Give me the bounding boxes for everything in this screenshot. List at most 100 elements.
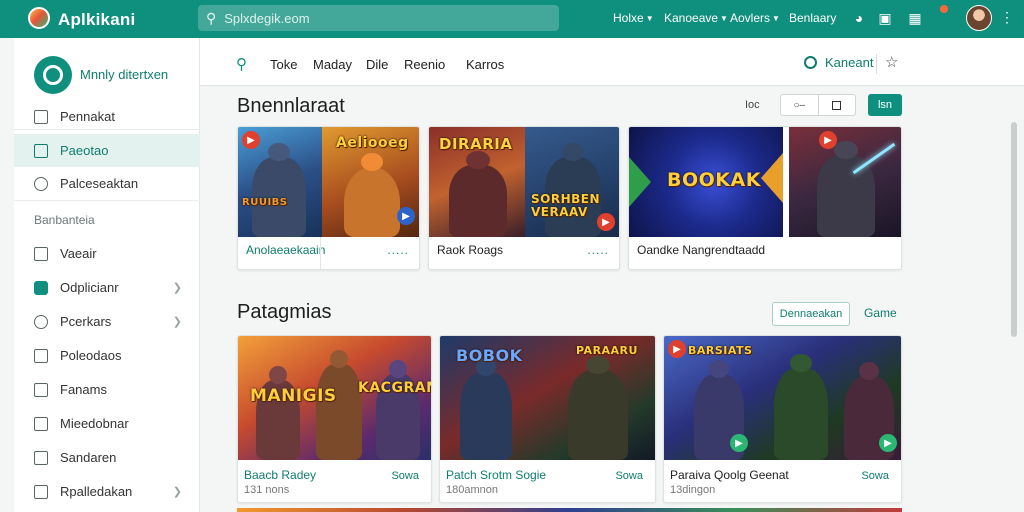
- sidebar-item-pcerkars[interactable]: Pcerkars ❯: [14, 305, 200, 338]
- game-title: Oandke Nangrendtaadd: [637, 243, 766, 257]
- game-card[interactable]: DIRARIA SORHBEN VERAAV ▶ Raok Roags ....…: [428, 126, 620, 270]
- play-icon[interactable]: ▶: [397, 207, 415, 225]
- topnav-item-1[interactable]: Holxe ▼: [613, 11, 654, 25]
- circle-icon: [804, 56, 817, 69]
- character-figure: [774, 368, 828, 460]
- radio-icon: ○–: [793, 99, 806, 111]
- profile-avatar: [34, 56, 72, 94]
- game-subtitle: 131 nons: [244, 484, 290, 496]
- tab-reenio[interactable]: Reenio: [404, 57, 445, 72]
- art-title: BOOKAK: [667, 169, 761, 191]
- game-artwork: RUUIBS ▶: [238, 127, 322, 237]
- game-artwork: DIRARIA: [429, 127, 525, 237]
- star-icon[interactable]: ☆: [885, 53, 898, 71]
- game-link[interactable]: Game: [864, 306, 897, 320]
- search-icon: [34, 314, 48, 329]
- sidebar-item-rpalledakan[interactable]: Rpalledakan ❯: [14, 475, 200, 508]
- art-title: BOBOK: [456, 346, 523, 365]
- game-card[interactable]: MANIGIS KACGRAM Baacb Radey 131 nons Sow…: [237, 335, 432, 503]
- play-icon[interactable]: ▶: [819, 131, 837, 149]
- section-title: Patagmias: [237, 301, 332, 323]
- search-input[interactable]: [224, 10, 525, 26]
- art-title: Aeliooeg: [336, 135, 409, 151]
- globe-icon[interactable]: ◕: [850, 9, 868, 27]
- search-icon: [34, 176, 48, 191]
- play-icon[interactable]: ▶: [879, 434, 897, 452]
- list-icon: [34, 348, 48, 363]
- notification-icon[interactable]: ▦: [906, 9, 924, 27]
- game-card[interactable]: BOOKAK ▶ Oandke Nangrendtaadd: [628, 126, 902, 270]
- topnav-item-2[interactable]: Kanoeave ▼: [664, 11, 728, 25]
- secondary-button[interactable]: Dennaeakan: [772, 302, 850, 326]
- art-title: BARSIATS: [688, 344, 753, 357]
- game-artwork: BOBOK PARAARU: [440, 336, 655, 460]
- game-artwork: SORHBEN VERAAV ▶: [525, 127, 619, 237]
- game-artwork: BOOKAK: [629, 127, 783, 237]
- message-icon[interactable]: ▣: [876, 9, 894, 27]
- app-logo[interactable]: [28, 7, 50, 29]
- view-toggle: ○–: [780, 94, 856, 116]
- tab-dile[interactable]: Dile: [366, 57, 388, 72]
- game-card[interactable]: BARSIATS ▶ ▶ ▶ Paraiva Qoolg Geenat 13di…: [663, 335, 902, 503]
- sidebar-item-paeotao[interactable]: Paeotao: [14, 134, 200, 167]
- top-bar: Aplkikani ⚲ Holxe▼ Kanoeave▼ Aovlers▼ Be…: [0, 0, 1024, 38]
- sidebar-item-palceseaktan[interactable]: Palceseaktan: [14, 167, 200, 200]
- header-action-button[interactable]: Kaneant: [804, 55, 873, 70]
- grid-view-button[interactable]: [817, 95, 856, 115]
- search-icon[interactable]: ⚲: [236, 55, 247, 73]
- card-divider: [320, 237, 321, 269]
- game-title: Raok Roags: [437, 243, 504, 257]
- game-card-link[interactable]: Sowa: [861, 470, 889, 482]
- chevron-down-icon: ▼: [645, 13, 654, 23]
- app-title: Aplkikani: [58, 10, 136, 29]
- play-icon[interactable]: ▶: [730, 434, 748, 452]
- square-icon: [832, 100, 842, 110]
- chevron-down-icon: ▼: [772, 13, 780, 23]
- character-figure: [344, 167, 400, 237]
- sidebar-item-odplicianr[interactable]: Odplicianr ❯: [14, 271, 200, 304]
- tab-bar: ⚲ Toke Maday Dile Reenio Karros Kaneant …: [200, 38, 1024, 86]
- play-icon[interactable]: ▶: [668, 340, 686, 358]
- calendar-icon: [34, 143, 48, 158]
- decoration-shape: [629, 157, 651, 207]
- sidebar-item-mieedobnar[interactable]: Mieedobnar: [14, 407, 200, 440]
- game-artwork: ▶: [789, 127, 901, 237]
- edit-icon: [34, 109, 48, 124]
- primary-button[interactable]: lsn: [868, 94, 902, 116]
- chevron-down-icon: ▼: [720, 13, 728, 23]
- tab-toke[interactable]: Toke: [270, 57, 297, 72]
- topnav-item-3[interactable]: Aovlers ▼: [730, 11, 780, 25]
- play-icon[interactable]: ▶: [242, 131, 260, 149]
- list-view-button[interactable]: ○–: [781, 95, 818, 115]
- sidebar-item-poleodaos[interactable]: Poleodaos: [14, 339, 200, 372]
- art-title: RUUIBS: [242, 197, 288, 208]
- game-title: Paraiva Qoolg Geenat: [670, 468, 789, 482]
- topnav-item-4[interactable]: Benlaary: [789, 11, 836, 25]
- sort-label[interactable]: Ioc: [745, 99, 760, 111]
- character-figure: [449, 165, 507, 237]
- game-card-link[interactable]: Sowa: [391, 470, 419, 482]
- sidebar-section-label: Banbanteia: [34, 213, 95, 227]
- rating-dots: .....: [587, 243, 609, 257]
- game-title: Patch Srotm Sogie: [446, 468, 547, 482]
- more-options-icon[interactable]: ⋮: [1000, 9, 1014, 26]
- sidebar-item-vaeair[interactable]: Vaeair: [14, 237, 200, 270]
- search-icon: ⚲: [206, 9, 217, 26]
- game-card-link[interactable]: Sowa: [615, 470, 643, 482]
- game-card[interactable]: RUUIBS ▶ Aeliooeg ▶ Anolaeaekaain .....: [237, 126, 420, 270]
- user-avatar[interactable]: [966, 5, 992, 31]
- sidebar-item-sandaren[interactable]: Sandaren: [14, 441, 200, 474]
- play-icon[interactable]: ▶: [597, 213, 615, 231]
- sidebar-item-pennakat[interactable]: Pennakat: [14, 100, 200, 133]
- sidebar-item-fanams[interactable]: Fanams: [14, 373, 200, 406]
- tab-maday[interactable]: Maday: [313, 57, 352, 72]
- game-artwork: MANIGIS KACGRAM: [238, 336, 431, 460]
- tab-karros[interactable]: Karros: [466, 57, 504, 72]
- game-card[interactable]: BOBOK PARAARU Patch Srotm Sogie 180amnon…: [439, 335, 656, 503]
- search-box[interactable]: ⚲: [198, 5, 559, 31]
- character-figure: [568, 370, 628, 460]
- scrollbar[interactable]: [1011, 122, 1017, 337]
- game-title: Anolaeaekaain: [246, 243, 326, 257]
- section-title: Bnennlaraat: [237, 95, 345, 117]
- game-subtitle: 180amnon: [446, 484, 498, 496]
